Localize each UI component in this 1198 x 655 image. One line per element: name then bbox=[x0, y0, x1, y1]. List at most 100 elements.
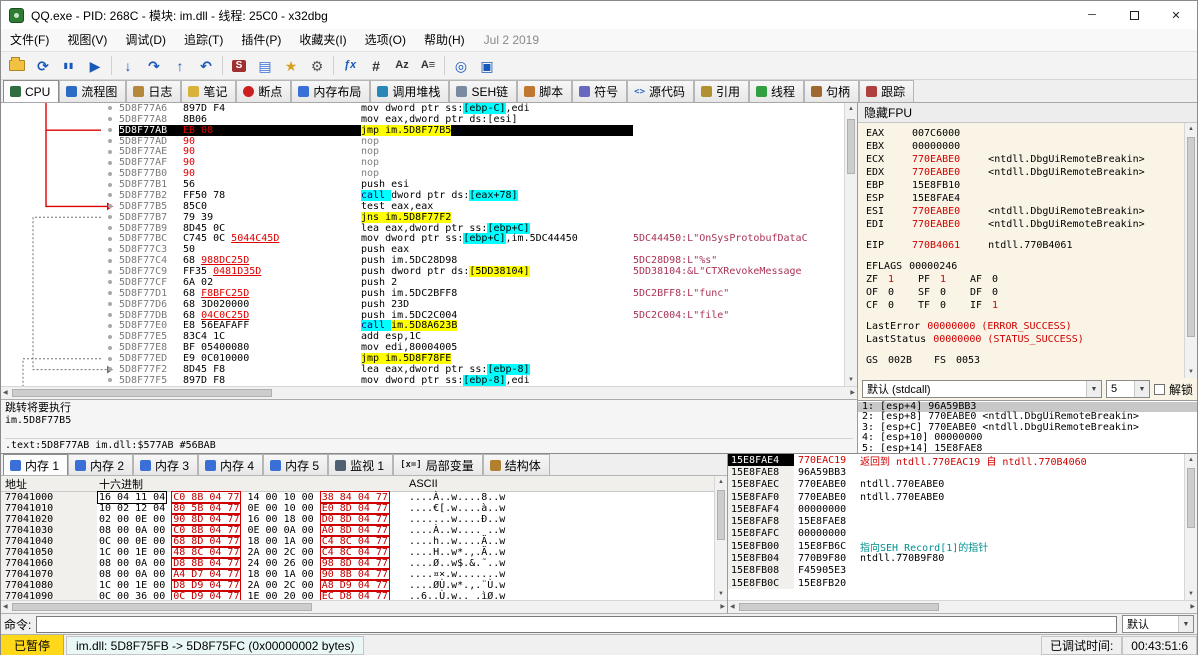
scroll-left-icon[interactable]: ◀ bbox=[728, 601, 737, 613]
stack-row[interactable]: 15E8FB08 F45905E3 bbox=[728, 564, 1184, 577]
disasm-row[interactable]: 5D8F77AE 90 nop bbox=[108, 146, 844, 157]
disasm-row[interactable]: 5D8F77B1 56 push esi bbox=[108, 179, 844, 190]
disasm-row[interactable]: 5D8F77F5 897D F8 mov dword ptr ss: [ebp-8],… bbox=[108, 374, 844, 386]
register-row[interactable]: ESP 15E8FAE4 bbox=[866, 192, 1184, 205]
register-row[interactable]: LastStatus 00000000 (STATUS_SUCCESS) bbox=[866, 333, 1184, 346]
menu-item-选项(O)[interactable]: 选项(O) bbox=[356, 29, 415, 51]
strings-button[interactable]: Az bbox=[389, 54, 415, 78]
breakpoint-dot[interactable] bbox=[108, 149, 112, 154]
register-row[interactable]: EBX 00000000 bbox=[866, 140, 1184, 153]
tab-调用堆栈[interactable]: 调用堆栈 bbox=[370, 80, 450, 102]
tab-符号[interactable]: 符号 bbox=[572, 80, 628, 102]
tab-内存 1[interactable]: 内存 1 bbox=[3, 454, 69, 475]
disasm-row[interactable]: 5D8F77A8 8B06 mov eax,dword ptr ds:[esi] bbox=[108, 114, 844, 125]
scroll-up-icon[interactable]: ▲ bbox=[716, 476, 726, 488]
disasm-vscrollbar[interactable]: ▲ ▼ bbox=[844, 103, 857, 386]
disasm-row[interactable]: 5D8F77C9 FF35 0481D35D push dword ptr ds:[… bbox=[108, 266, 844, 278]
tab-内存 4[interactable]: 内存 4 bbox=[198, 454, 264, 475]
tab-SEH链[interactable]: SEH链 bbox=[449, 80, 518, 102]
breakpoint-dot[interactable] bbox=[108, 323, 112, 328]
scroll-right-icon[interactable]: ▶ bbox=[1188, 601, 1197, 613]
tab-日志[interactable]: 日志 bbox=[126, 80, 182, 102]
disasm-row[interactable]: 5D8F77C4 68 988DC25D push im.5DC28D98 5DC28… bbox=[108, 255, 844, 266]
disasm-row[interactable]: 5D8F77BC C745 0C 5044C45D mov dword ptr ss… bbox=[108, 233, 844, 245]
registers-vscrollbar[interactable]: ▲ ▼ bbox=[1184, 123, 1197, 378]
menu-item-帮助(H)[interactable]: 帮助(H) bbox=[415, 29, 474, 51]
stack-vscrollbar[interactable]: ▲ ▼ bbox=[1184, 454, 1197, 600]
stack-row[interactable]: 15E8FAE4 770EAC19 返回到 ntdll.770EAC19 自 ntd… bbox=[728, 454, 1184, 468]
tab-监视 1[interactable]: 监视 1 bbox=[328, 454, 394, 475]
disasm-row[interactable]: 5D8F77E8 BF 05400080 mov edi,80004005 bbox=[108, 342, 844, 353]
tab-内存 5[interactable]: 内存 5 bbox=[263, 454, 329, 475]
register-row[interactable]: EFLAGS 00000246 bbox=[866, 260, 1184, 273]
scroll-up-icon[interactable]: ▲ bbox=[1186, 123, 1196, 135]
register-row[interactable]: OF 0 SF 0 DF 0 bbox=[866, 286, 1184, 299]
execute-till-return-button[interactable]: ↑ bbox=[167, 54, 193, 78]
disasm-row[interactable]: 5D8F77B7 79 39 jns im.5D8F77F2 bbox=[108, 211, 844, 223]
memory-map-button[interactable]: ▤ bbox=[252, 54, 278, 78]
disasm-row[interactable]: 5D8F77E5 83C4 1C add esp,1C bbox=[108, 331, 844, 342]
disasm-row[interactable]: 5D8F77F2 8D45 F8 lea eax,dword ptr ss: [ebp… bbox=[108, 363, 844, 375]
tab-源代码[interactable]: <> 源代码 bbox=[627, 80, 695, 102]
scroll-right-icon[interactable]: ▶ bbox=[718, 601, 727, 613]
breakpoint-dot[interactable] bbox=[108, 160, 112, 165]
disasm-row[interactable]: 5D8F77AD 90 nop bbox=[108, 136, 844, 147]
settings-button[interactable]: ⚙ bbox=[304, 54, 330, 78]
argument-row[interactable]: 4: [esp+10] 00000000 bbox=[858, 432, 1197, 443]
register-row[interactable]: EAX 007C6000 bbox=[866, 127, 1184, 140]
hide-fpu-button[interactable]: 隐藏FPU bbox=[858, 103, 1197, 123]
dump-hscrollbar[interactable]: ◀ ▶ bbox=[1, 600, 727, 613]
step-back-button[interactable]: ↶ bbox=[193, 54, 219, 78]
scroll-down-icon[interactable]: ▼ bbox=[846, 374, 856, 386]
minimize-button[interactable]: ─ bbox=[1071, 1, 1113, 29]
tab-内存布局[interactable]: 内存布局 bbox=[291, 80, 371, 102]
stack-hscrollbar[interactable]: ◀ ▶ bbox=[728, 600, 1197, 613]
breakpoint-dot[interactable] bbox=[108, 182, 112, 187]
tab-局部变量[interactable]: [x=] 局部变量 bbox=[393, 454, 483, 475]
disasm-row[interactable]: 5D8F77CF 6A 02 push 2 bbox=[108, 277, 844, 288]
tab-流程图[interactable]: 流程图 bbox=[59, 80, 127, 102]
register-row[interactable]: EBP 15E8FB10 bbox=[866, 179, 1184, 192]
tab-引用[interactable]: 引用 bbox=[694, 80, 750, 102]
scroll-up-icon[interactable]: ▲ bbox=[846, 103, 856, 115]
scroll-down-icon[interactable]: ▼ bbox=[716, 588, 726, 600]
dump-vscrollbar[interactable]: ▲ ▼ bbox=[714, 476, 727, 600]
register-row[interactable]: EDI 770EABE0 <ntdll.DbgUiRemoteBreakin> bbox=[866, 218, 1184, 231]
disasm-row[interactable]: 5D8F77ED E9 0C010000 jmp im.5D8F78FE bbox=[108, 353, 844, 365]
breakpoint-dot[interactable] bbox=[108, 258, 112, 263]
tab-CPU[interactable]: CPU bbox=[3, 80, 60, 102]
patches-button[interactable]: # bbox=[363, 54, 389, 78]
disasm-row[interactable]: 5D8F77AF 90 nop bbox=[108, 157, 844, 168]
dump-row[interactable]: 77041090 0C 00 36 00 0C D9 04 77 1E 00 20 0… bbox=[1, 590, 714, 600]
tab-线程[interactable]: 线程 bbox=[749, 80, 805, 102]
search-button[interactable]: ◎ bbox=[448, 54, 474, 78]
disasm-row[interactable]: 5D8F77B0 90 nop bbox=[108, 168, 844, 179]
tab-结构体[interactable]: 结构体 bbox=[482, 454, 550, 475]
favourites-button[interactable]: ★ bbox=[278, 54, 304, 78]
unlock-checkbox[interactable] bbox=[1153, 383, 1165, 395]
disasm-hscrollbar[interactable]: ◀ ▶ bbox=[1, 386, 857, 399]
breakpoint-dot[interactable] bbox=[108, 247, 112, 252]
breakpoint-dot[interactable] bbox=[108, 356, 112, 361]
comments-button[interactable]: ▣ bbox=[474, 54, 500, 78]
scroll-down-icon[interactable]: ▼ bbox=[1186, 588, 1196, 600]
stack-row[interactable]: 15E8FAF8 15E8FAE8 bbox=[728, 515, 1184, 528]
breakpoint-dot[interactable] bbox=[108, 171, 112, 176]
disasm-row[interactable]: 5D8F77E0 E8 56EAFAFF call im.5D8A623B bbox=[108, 320, 844, 332]
tab-内存 2[interactable]: 内存 2 bbox=[68, 454, 134, 475]
stack-row[interactable]: 15E8FAF4 00000000 bbox=[728, 503, 1184, 516]
register-row[interactable]: CF 0 TF 0 IF 1 bbox=[866, 299, 1184, 312]
tab-断点[interactable]: 断点 bbox=[236, 80, 292, 102]
command-script-select[interactable]: 默认 ▼ bbox=[1122, 615, 1194, 633]
attach-button[interactable]: A≡ bbox=[415, 54, 441, 78]
stack-row[interactable]: 15E8FB0C 15E8FB20 bbox=[728, 576, 1184, 590]
breakpoint-dot[interactable] bbox=[108, 334, 112, 339]
calculator-button[interactable]: ƒx bbox=[337, 54, 363, 78]
stack-row[interactable]: 15E8FB04 770B9F80 ntdll.770B9F80 bbox=[728, 552, 1184, 565]
chevron-down-icon[interactable]: ▼ bbox=[1178, 616, 1193, 632]
tab-跟踪[interactable]: 跟踪 bbox=[859, 80, 915, 102]
tab-句柄[interactable]: 句柄 bbox=[804, 80, 860, 102]
open-file-button[interactable] bbox=[4, 54, 30, 78]
register-row[interactable]: EDX 770EABE0 <ntdll.DbgUiRemoteBreakin> bbox=[866, 166, 1184, 179]
scylla-button[interactable]: S bbox=[226, 54, 252, 78]
